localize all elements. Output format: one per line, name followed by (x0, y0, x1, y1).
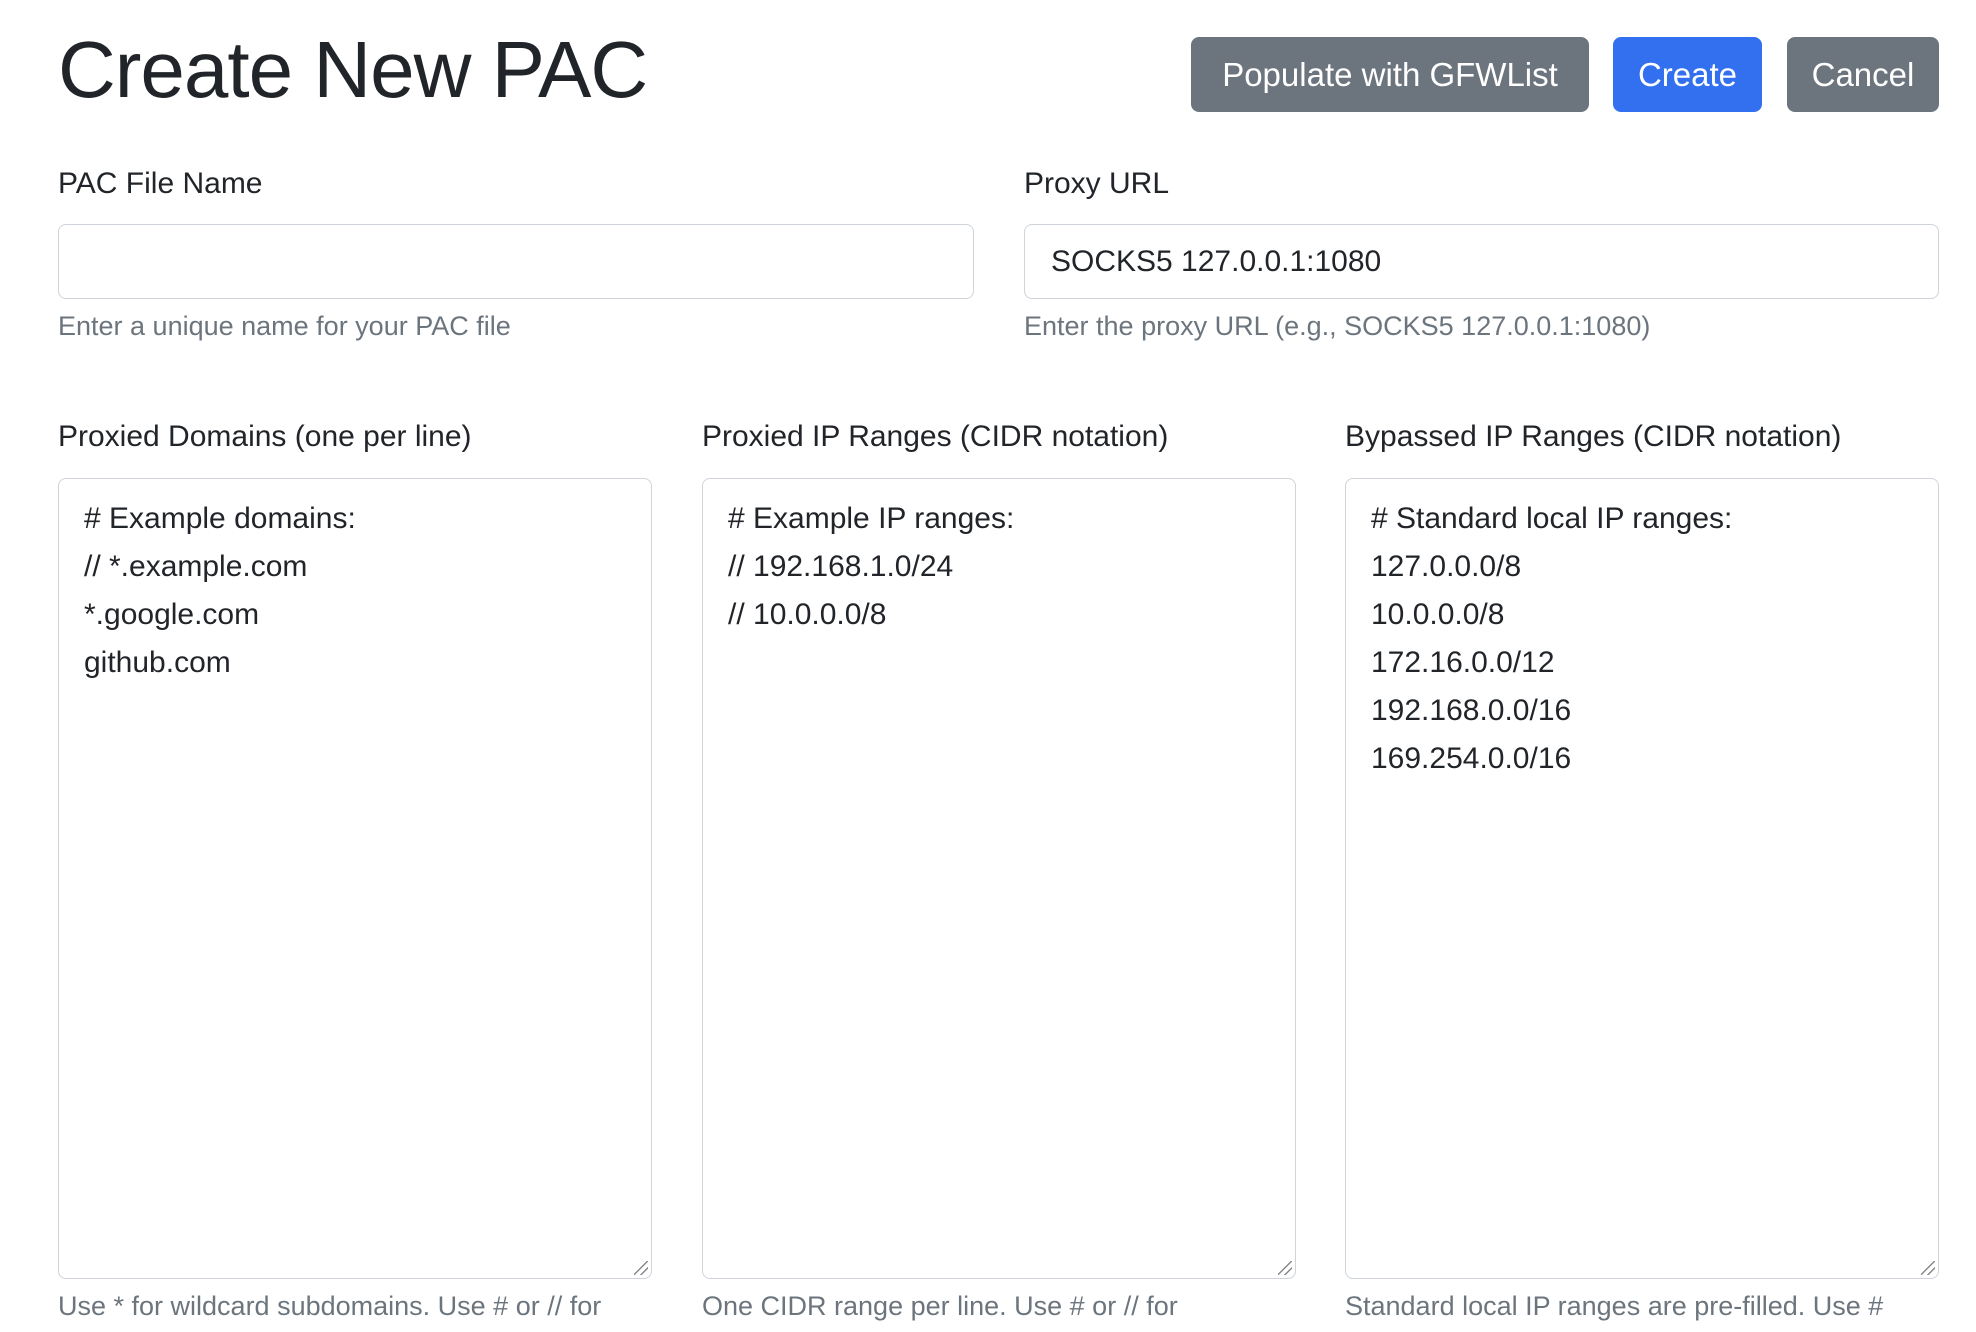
pac-name-label: PAC File Name (58, 167, 263, 200)
proxy-url-label: Proxy URL (1024, 167, 1170, 200)
resize-handle-icon[interactable] (1278, 1261, 1292, 1275)
cancel-button[interactable]: Cancel (1787, 37, 1939, 112)
proxied-ips-textarea[interactable]: # Example IP ranges: // 192.168.1.0/24 /… (702, 478, 1296, 1279)
proxied-domains-textarea[interactable]: # Example domains: // *.example.com *.go… (58, 478, 652, 1279)
proxied-domains-help: Use * for wildcard subdomains. Use # or … (58, 1291, 602, 1321)
text-line: 10.0.0.0/8 (1371, 598, 1505, 631)
create-button[interactable]: Create (1613, 37, 1762, 112)
page-title: Create New PAC (58, 25, 648, 114)
text-line: // 192.168.1.0/24 (728, 550, 954, 583)
proxy-url-help: Enter the proxy URL (e.g., SOCKS5 127.0.… (1024, 311, 1651, 341)
proxied-ips-help: One CIDR range per line. Use # or // for (702, 1291, 1178, 1321)
resize-handle-icon[interactable] (1921, 1261, 1935, 1275)
populate-gfwlist-button[interactable]: Populate with GFWList (1191, 37, 1589, 112)
text-line: 172.16.0.0/12 (1371, 646, 1555, 679)
text-line: # Example IP ranges: (728, 502, 1015, 535)
text-line: 192.168.0.0/16 (1371, 694, 1572, 727)
bypassed-ips-textarea[interactable]: # Standard local IP ranges: 127.0.0.0/8 … (1345, 478, 1939, 1279)
text-line: # Standard local IP ranges: (1371, 502, 1733, 535)
text-line: 127.0.0.0/8 (1371, 550, 1522, 583)
pac-name-help: Enter a unique name for your PAC file (58, 311, 511, 341)
text-line: *.google.com (84, 598, 260, 631)
text-line: github.com (84, 646, 231, 679)
text-line: // *.example.com (84, 550, 308, 583)
proxied-domains-label: Proxied Domains (one per line) (58, 420, 472, 453)
proxy-url-input[interactable]: SOCKS5 127.0.0.1:1080 (1024, 224, 1939, 299)
proxied-ips-label: Proxied IP Ranges (CIDR notation) (702, 420, 1169, 453)
text-line: 169.254.0.0/16 (1371, 742, 1572, 775)
text-line: // 10.0.0.0/8 (728, 598, 887, 631)
pac-name-input[interactable] (58, 224, 974, 299)
resize-handle-icon[interactable] (634, 1261, 648, 1275)
bypassed-ips-label: Bypassed IP Ranges (CIDR notation) (1345, 420, 1842, 453)
text-line: # Example domains: (84, 502, 356, 535)
bypassed-ips-help: Standard local IP ranges are pre-filled.… (1345, 1291, 1884, 1321)
